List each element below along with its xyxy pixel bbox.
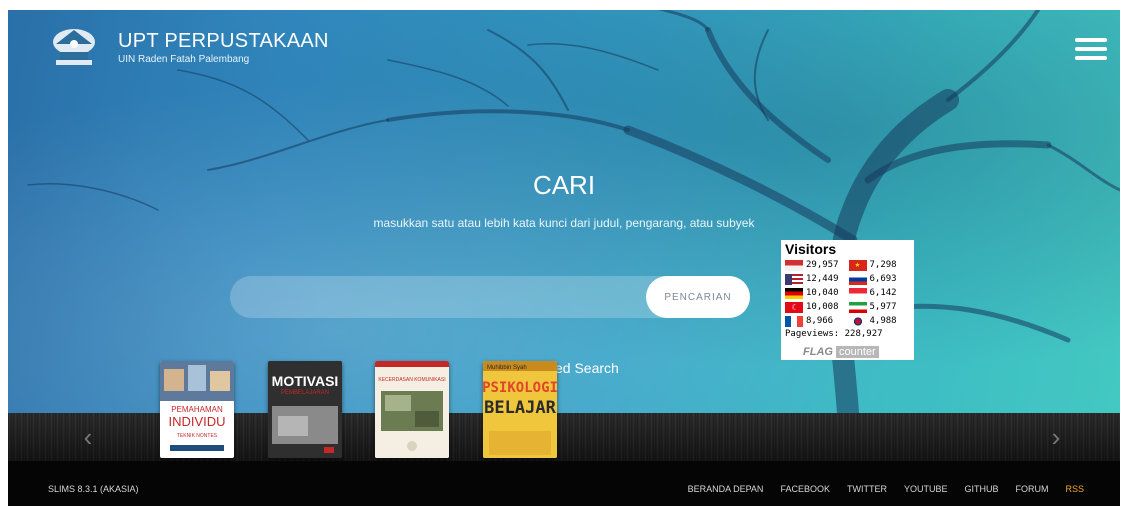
footer-link-forum[interactable]: FORUM	[1015, 484, 1048, 494]
footer-link-github[interactable]: GITHUB	[964, 484, 998, 494]
slims-version: SLIMS 8.3.1 (AKASIA)	[48, 484, 139, 494]
book-cover-motivasi-pembelajaran[interactable]: MOTIVASI PEMBELAJARAN	[268, 361, 342, 458]
flag-counter-flag-text: FLAG	[803, 346, 833, 358]
visitors-title: Visitors	[785, 241, 837, 257]
book-title-line2: BELAJAR	[484, 398, 556, 418]
visitor-row: 4,988	[848, 314, 911, 328]
menu-bar	[1075, 47, 1107, 51]
footer-link-rss[interactable]: RSS	[1065, 484, 1084, 494]
pageviews-count: Pageviews: 228,927	[785, 329, 883, 339]
visitors-flag-counter[interactable]: Visitors 29,957 ★ 7,298 12,449 6,693 10,…	[781, 240, 914, 360]
page-frame: UPT PERPUSTAKAAN UIN Raden Fatah Palemba…	[8, 10, 1120, 506]
visitor-row: 6,142	[848, 286, 911, 300]
indonesia-flag-icon	[785, 259, 803, 271]
book-title-line2: INDIVIDU	[168, 414, 225, 429]
visitor-count: 6,693	[869, 274, 897, 284]
site-footer: SLIMS 8.3.1 (AKASIA) BERANDA DEPAN FACEB…	[8, 461, 1120, 506]
book-title: MOTIVASI	[272, 373, 339, 389]
usa-flag-icon	[785, 273, 803, 285]
book-author: Muhibbin Syah	[487, 365, 527, 371]
korea-flag-icon	[848, 315, 867, 327]
visitor-row: 5,977	[848, 300, 911, 314]
search-button[interactable]: PENCARIAN	[646, 276, 750, 318]
search-description: masukkan satu atau lebih kata kunci dari…	[373, 216, 755, 230]
visitor-count: 8,966	[806, 316, 834, 326]
visitor-row: 10,040	[785, 286, 847, 300]
singapore-flag-icon	[848, 287, 867, 299]
hero-section: UPT PERPUSTAKAAN UIN Raden Fatah Palemba…	[8, 10, 1120, 413]
visitor-row: 8,966	[785, 314, 847, 328]
visitor-row: ★ 7,298	[848, 258, 911, 272]
turkey-flag-icon: ☾	[785, 301, 803, 313]
footer-link-youtube[interactable]: YOUTUBE	[904, 484, 948, 494]
visitors-grid: 29,957 ★ 7,298 12,449 6,693 10,040 6,142…	[785, 258, 910, 328]
flag-counter-brand: FLAG counter	[803, 346, 911, 359]
carousel-prev-arrow-icon[interactable]: ‹	[76, 422, 100, 452]
visitor-count: 6,142	[869, 288, 897, 298]
book-title-line1: PSIKOLOGI	[483, 380, 557, 396]
footer-link-beranda[interactable]: BERANDA DEPAN	[688, 484, 764, 494]
search-bar: PENCARIAN	[230, 276, 750, 318]
visitor-count: 10,008	[806, 302, 839, 312]
book-cover-art: PEMAHAMAN INDIVIDU TEKNIK NONTES	[160, 361, 234, 451]
flag-counter-counter-text: counter	[836, 346, 879, 358]
site-title[interactable]: UPT PERPUSTAKAAN	[118, 30, 329, 53]
footer-link-facebook[interactable]: FACEBOOK	[780, 484, 830, 494]
visitor-row: 29,957	[785, 258, 847, 272]
footer-link-twitter[interactable]: TWITTER	[847, 484, 887, 494]
book-cover-kecerdasan-komunikasi[interactable]: KECERDASAN KOMUNIKASI	[375, 361, 449, 458]
visitor-count: 29,957	[806, 260, 839, 270]
france-flag-icon	[785, 315, 803, 327]
visitor-count: 7,298	[869, 260, 897, 270]
menu-bar	[1075, 56, 1107, 60]
visitor-row: ☾ 10,008	[785, 300, 847, 314]
menu-bar	[1075, 38, 1107, 42]
book-cover-art: KECERDASAN KOMUNIKASI	[375, 361, 449, 458]
iran-flag-icon	[848, 301, 867, 313]
visitor-count: 10,040	[806, 288, 839, 298]
vietnam-flag-icon: ★	[848, 259, 867, 271]
visitor-count: 5,977	[869, 302, 897, 312]
book-cover-pemahaman-individu[interactable]: PEMAHAMAN INDIVIDU TEKNIK NONTES	[160, 361, 234, 458]
book-title: KECERDASAN KOMUNIKASI	[378, 377, 445, 383]
germany-flag-icon	[785, 287, 803, 299]
book-subtitle: PEMBELAJARAN	[281, 390, 329, 396]
book-cover-art: Muhibbin Syah PSIKOLOGI BELAJAR	[483, 361, 557, 458]
visitor-row: 12,449	[785, 272, 847, 286]
book-cover-art: MOTIVASI PEMBELAJARAN	[268, 361, 342, 458]
advanced-search-link[interactable]: ced Search	[548, 360, 619, 376]
book-title-line1: PEMAHAMAN	[171, 405, 223, 414]
search-heading: CARI	[532, 170, 596, 200]
russia-flag-icon	[848, 273, 867, 285]
book-subtitle: TEKNIK NONTES	[177, 433, 218, 439]
tree-background-image	[27, 10, 1120, 413]
site-subtitle: UIN Raden Fatah Palembang	[118, 54, 250, 65]
visitor-count: 4,988	[869, 316, 897, 326]
visitor-row: 6,693	[848, 272, 911, 286]
uin-logo-icon[interactable]	[50, 26, 98, 68]
carousel-next-arrow-icon[interactable]: ›	[1044, 422, 1068, 452]
footer-nav: BERANDA DEPAN FACEBOOK TWITTER YOUTUBE G…	[688, 484, 1084, 494]
hamburger-menu-icon[interactable]	[1075, 38, 1107, 60]
search-input[interactable]	[230, 276, 650, 318]
visitor-count: 12,449	[806, 274, 839, 284]
book-cover-psikologi-belajar[interactable]: Muhibbin Syah PSIKOLOGI BELAJAR	[483, 361, 557, 458]
